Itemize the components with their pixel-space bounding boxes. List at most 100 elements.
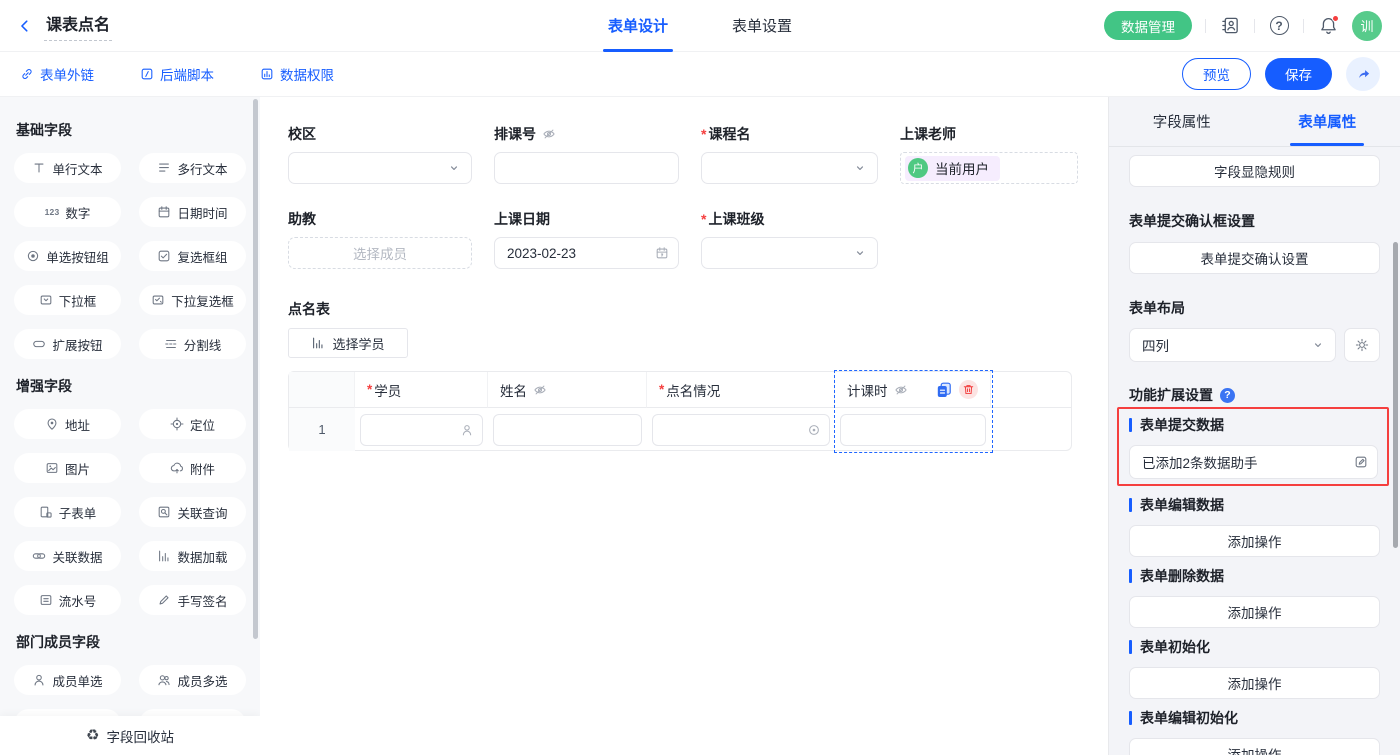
subtable-header-empty [991,372,1072,408]
tab-form-settings[interactable]: 表单设置 [732,0,792,52]
field-schedule-no[interactable]: 排课号 [494,124,679,184]
section-bar [1129,711,1132,725]
share-button[interactable] [1346,57,1380,91]
field-item-extend-button[interactable]: 扩展按钮 [14,329,121,359]
field-item-multi-select[interactable]: 下拉复选框 [139,285,246,315]
class-date-input[interactable]: 2023-02-23 [494,237,679,269]
field-item-linked-data[interactable]: 关联数据 [14,541,121,571]
field-item-single-text[interactable]: 单行文本 [14,153,121,183]
submit-data-value-field[interactable]: 已添加2条数据助手 [1129,445,1378,479]
field-item-checkbox-group[interactable]: 复选框组 [139,241,246,271]
sidebar-scrollbar[interactable] [253,99,258,639]
subtable-header-rollcall[interactable]: *点名情况 [647,372,835,408]
tab-field-properties[interactable]: 字段属性 [1109,97,1255,146]
delete-data-add-button[interactable]: 添加操作 [1129,596,1380,628]
student-picker-input[interactable] [360,414,483,446]
submit-confirm-section-label: 表单提交确认框设置 [1129,211,1380,231]
layout-settings-button[interactable] [1344,328,1380,362]
tab-form-properties[interactable]: 表单属性 [1255,97,1400,146]
field-item-multi-text[interactable]: 多行文本 [139,153,246,183]
eye-off-icon [533,383,547,397]
assistant-member-picker[interactable]: 选择成员 [288,237,472,269]
field-item-member-multi[interactable]: 成员多选 [139,665,246,695]
name-input[interactable] [493,414,642,446]
campus-select[interactable] [288,152,472,184]
address-book-button[interactable] [1219,15,1241,37]
subtable-header-hours[interactable]: 计课时 [835,372,991,408]
edit-data-title: 表单编辑数据 [1129,495,1380,515]
copy-column-button[interactable] [934,380,953,399]
course-select[interactable] [701,152,878,184]
field-item-subform[interactable]: 子表单 [14,497,121,527]
field-item-select[interactable]: 下拉框 [14,285,121,315]
field-label: *上课班级 [701,209,878,229]
panel-scrollbar[interactable] [1393,242,1398,548]
rollcall-cell [647,408,835,451]
rollcall-select-input[interactable] [652,414,830,446]
field-teacher[interactable]: 上课老师 户 当前用户 [900,124,1078,184]
field-item-datetime[interactable]: 日期时间 [139,197,246,227]
field-recycle-bin[interactable]: ♻ 字段回收站 [0,716,260,755]
field-item-data-load[interactable]: 数据加载 [139,541,246,571]
bar-chart-icon [311,336,325,350]
field-palette-sidebar: 基础字段 单行文本 多行文本 123 数字 日期时间 [0,97,260,755]
edit-data-add-button[interactable]: 添加操作 [1129,525,1380,557]
data-permission-button[interactable]: 数据权限 [260,64,334,84]
field-item-divider[interactable]: 分割线 [139,329,246,359]
edit-init-add-button[interactable]: 添加操作 [1129,738,1380,755]
address-book-icon [1221,16,1240,35]
submit-data-value: 已添加2条数据助手 [1142,452,1258,472]
preview-button[interactable]: 预览 [1182,58,1251,90]
layout-select[interactable]: 四列 [1129,328,1336,362]
image-icon [45,461,59,475]
backend-script-button[interactable]: 后端脚本 [140,64,214,84]
teacher-member-box[interactable]: 户 当前用户 [900,152,1078,184]
subtable-header-name[interactable]: 姓名 [488,372,647,408]
pick-students-button[interactable]: 选择学员 [288,328,408,358]
form-init-add-button[interactable]: 添加操作 [1129,667,1380,699]
back-button[interactable] [18,19,32,33]
class-group-select[interactable] [701,237,878,269]
field-item-member-single[interactable]: 成员单选 [14,665,121,695]
delete-column-button[interactable] [959,380,978,399]
user-avatar[interactable]: 训 [1352,11,1382,41]
notification-button[interactable] [1317,15,1339,37]
basic-fields-grid: 单行文本 多行文本 123 数字 日期时间 单选按钮组 [14,153,246,359]
data-manage-button[interactable]: 数据管理 [1104,11,1192,40]
field-item-image[interactable]: 图片 [14,453,121,483]
hours-input[interactable] [840,414,986,446]
field-campus[interactable]: 校区 [288,124,472,184]
field-item-radio-group[interactable]: 单选按钮组 [14,241,121,271]
form-init-title: 表单初始化 [1129,637,1380,657]
form-title[interactable]: 课表点名 [44,11,112,41]
tab-form-design[interactable]: 表单设计 [608,0,668,52]
divider [1254,19,1255,33]
field-item-attachment[interactable]: 附件 [139,453,246,483]
row-index: 1 [289,408,355,451]
back-chevron-icon [18,19,32,33]
field-item-linked-query[interactable]: 关联查询 [139,497,246,527]
help-question-icon[interactable]: ? [1220,388,1235,403]
picker-placeholder: 选择成员 [353,243,407,263]
pen-icon [157,593,171,607]
field-class-group[interactable]: *上课班级 [701,209,878,269]
field-assistant[interactable]: 助教 选择成员 [288,209,472,269]
field-item-serial-number[interactable]: 流水号 [14,585,121,615]
field-course[interactable]: *课程名 [701,124,878,184]
field-item-address[interactable]: 地址 [14,409,121,439]
save-button[interactable]: 保存 [1265,58,1332,90]
field-class-date[interactable]: 上课日期 2023-02-23 [494,209,679,269]
form-fields-grid: 校区 排课号 *课程名 [288,124,1108,294]
schedule-no-input[interactable] [494,152,679,184]
field-item-location[interactable]: 定位 [139,409,246,439]
hours-cell [835,408,991,451]
date-value: 2023-02-23 [507,246,576,261]
field-item-signature[interactable]: 手写签名 [139,585,246,615]
subtable-header-student[interactable]: *学员 [355,372,488,408]
help-button[interactable]: ? [1268,15,1290,37]
external-link-button[interactable]: 表单外链 [20,64,94,84]
field-visibility-rules-button[interactable]: 字段显隐规则 [1129,155,1380,187]
divider [1205,19,1206,33]
field-item-number[interactable]: 123 数字 [14,197,121,227]
submit-confirm-settings-button[interactable]: 表单提交确认设置 [1129,242,1380,274]
